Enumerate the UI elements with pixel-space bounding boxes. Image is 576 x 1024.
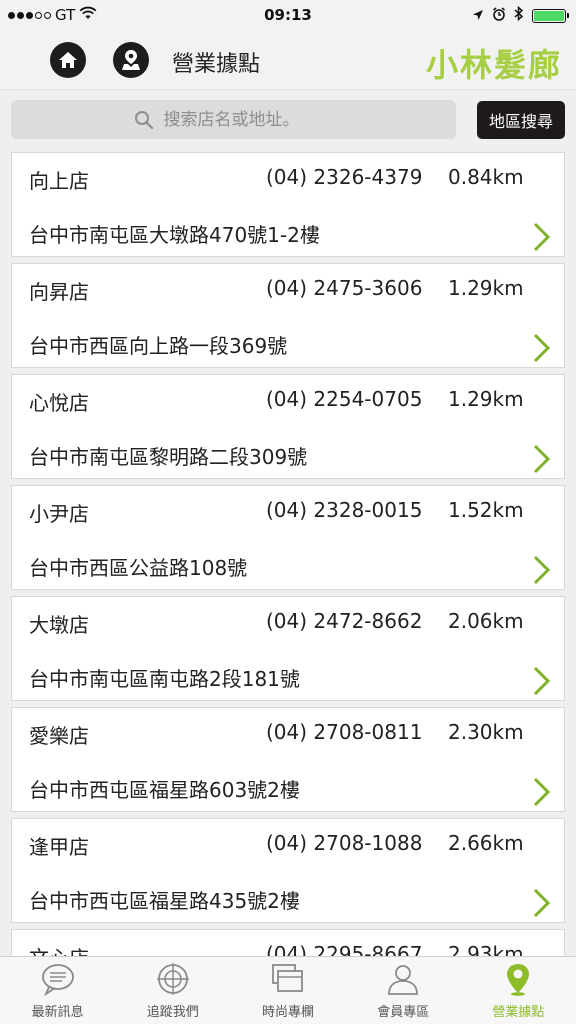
chevron-right-icon[interactable] [532, 332, 552, 364]
bluetooth-icon [514, 5, 524, 25]
alarm-icon [492, 6, 506, 25]
store-address: 台中市南屯區南屯路2段181號 [29, 667, 300, 691]
tab-news[interactable]: 最新訊息 [0, 957, 115, 1024]
store-distance: 2.06km [448, 609, 524, 633]
chevron-right-icon[interactable] [532, 554, 552, 586]
store-list: 向上店 (04) 2326-4379 0.84km 台中市南屯區大墩路470號1… [0, 148, 576, 956]
gallery-icon [268, 961, 308, 997]
status-right [472, 5, 569, 25]
store-phone[interactable]: (04) 2708-1088 [266, 831, 422, 855]
tab-locations[interactable]: 營業據點 [461, 957, 576, 1024]
store-distance: 1.29km [448, 387, 524, 411]
chevron-right-icon[interactable] [532, 665, 552, 697]
store-phone[interactable]: (04) 2708-0811 [266, 720, 422, 744]
store-name: 文心店 [29, 942, 89, 956]
tab-follow[interactable]: 追蹤我們 [115, 957, 230, 1024]
store-card[interactable]: 文心店 (04) 2295-8667 2.93km [11, 929, 565, 956]
map-pin-icon [122, 50, 140, 70]
status-bar: GT 09:13 [0, 0, 576, 30]
tab-label: 會員專區 [377, 1005, 430, 1020]
home-button[interactable] [50, 42, 86, 78]
region-search-button[interactable]: 地區搜尋 [477, 101, 565, 139]
store-card[interactable]: 愛樂店 (04) 2708-0811 2.30km 台中市西屯區福星路603號2… [11, 707, 565, 812]
search-icon [134, 110, 153, 129]
tab-member[interactable]: 會員專區 [346, 957, 461, 1024]
store-phone[interactable]: (04) 2328-0015 [266, 498, 422, 522]
store-phone[interactable]: (04) 2295-8667 [266, 942, 422, 956]
search-row: 地區搜尋 [0, 90, 576, 148]
home-icon [59, 52, 77, 68]
store-card[interactable]: 向上店 (04) 2326-4379 0.84km 台中市南屯區大墩路470號1… [11, 152, 565, 257]
person-icon [383, 961, 423, 997]
store-address: 台中市西區向上路一段369號 [29, 334, 288, 358]
store-phone[interactable]: (04) 2326-4379 [266, 165, 422, 189]
page-title: 營業據點 [172, 52, 261, 77]
location-arrow-icon [472, 7, 484, 25]
store-distance: 2.66km [448, 831, 524, 855]
map-button[interactable] [113, 42, 149, 78]
chevron-right-icon[interactable] [532, 776, 552, 808]
store-name: 向昇店 [29, 280, 89, 304]
store-address: 台中市西區公益路108號 [29, 556, 248, 580]
store-card[interactable]: 大墩店 (04) 2472-8662 2.06km 台中市南屯區南屯路2段181… [11, 596, 565, 701]
store-address: 台中市南屯區大墩路470號1-2樓 [29, 223, 320, 247]
battery-icon [532, 8, 569, 23]
store-name: 大墩店 [29, 613, 89, 637]
tab-fashion[interactable]: 時尚專欄 [230, 957, 345, 1024]
store-name: 愛樂店 [29, 724, 89, 748]
store-card[interactable]: 小尹店 (04) 2328-0015 1.52km 台中市西區公益路108號 [11, 485, 565, 590]
store-distance: 1.29km [448, 276, 524, 300]
tab-label: 營業據點 [492, 1005, 545, 1020]
tab-label: 追蹤我們 [146, 1005, 199, 1020]
store-card[interactable]: 逢甲店 (04) 2708-1088 2.66km 台中市西屯區福星路435號2… [11, 818, 565, 923]
chevron-right-icon[interactable] [532, 443, 552, 475]
store-address: 台中市西屯區福星路435號2樓 [29, 889, 300, 913]
store-name: 向上店 [29, 169, 89, 193]
search-box[interactable] [11, 100, 456, 139]
brand-logo: 小林髮廊 [425, 46, 562, 84]
nav-bar: 營業據點 小林髮廊 [0, 30, 576, 90]
store-card[interactable]: 向昇店 (04) 2475-3606 1.29km 台中市西區向上路一段369號 [11, 263, 565, 368]
chevron-right-icon[interactable] [532, 221, 552, 253]
store-address: 台中市西屯區福星路603號2樓 [29, 778, 300, 802]
store-distance: 2.30km [448, 720, 524, 744]
tab-label: 最新訊息 [31, 1005, 84, 1020]
store-phone[interactable]: (04) 2472-8662 [266, 609, 422, 633]
crosshair-icon [153, 961, 193, 997]
chevron-right-icon[interactable] [532, 887, 552, 919]
store-distance: 1.52km [448, 498, 524, 522]
chat-bubble-icon [38, 961, 78, 997]
store-distance: 2.93km [448, 942, 524, 956]
location-pin-icon [498, 961, 538, 997]
store-card[interactable]: 心悅店 (04) 2254-0705 1.29km 台中市南屯區黎明路二段309… [11, 374, 565, 479]
store-name: 心悅店 [29, 391, 89, 415]
search-input[interactable] [163, 109, 334, 130]
store-phone[interactable]: (04) 2254-0705 [266, 387, 422, 411]
store-phone[interactable]: (04) 2475-3606 [266, 276, 422, 300]
tab-label: 時尚專欄 [262, 1005, 315, 1020]
tab-bar: 最新訊息 追蹤我們 時尚專欄 會員專區 營業據點 [0, 956, 576, 1024]
store-address: 台中市南屯區黎明路二段309號 [29, 445, 308, 469]
store-name: 逢甲店 [29, 835, 89, 859]
store-distance: 0.84km [448, 165, 524, 189]
store-name: 小尹店 [29, 502, 89, 526]
